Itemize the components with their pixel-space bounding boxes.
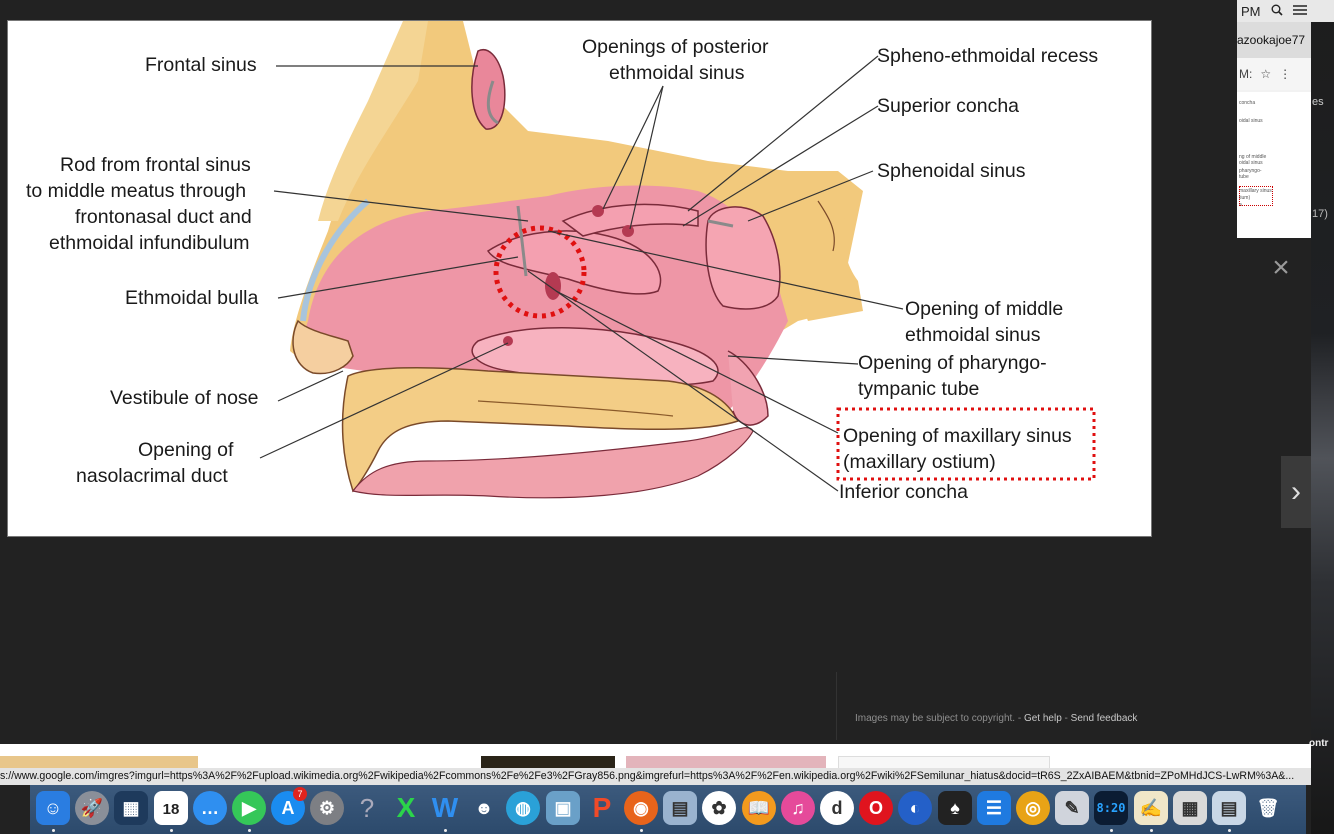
label-vestibule: Vestibule of nose: [110, 387, 259, 409]
calendar-icon[interactable]: 18: [154, 791, 188, 825]
label-spheno-ethmoidal: Spheno-ethmoidal recess: [877, 45, 1099, 67]
app-store-badge: 7: [293, 787, 307, 801]
running-indicator: [444, 829, 447, 832]
label-inferior-concha: Inferior concha: [839, 481, 968, 503]
preview-doc-icon[interactable]: ▤: [1212, 791, 1246, 825]
label-rod-line-1: Rod from frontal sinus: [60, 154, 251, 176]
brush-icon[interactable]: ✎: [1055, 791, 1089, 825]
label-middle-ethmoidal-2: ethmoidal sinus: [905, 324, 1041, 346]
mini-label: concha: [1239, 100, 1256, 106]
mission-control-icon[interactable]: ▦: [114, 791, 148, 825]
powerpoint-icon[interactable]: P: [585, 791, 619, 825]
running-indicator: [1110, 829, 1113, 832]
dictionary-icon[interactable]: d: [820, 791, 854, 825]
word-icon[interactable]: W: [428, 791, 462, 825]
facetime-icon[interactable]: ▶: [232, 791, 266, 825]
help-icon[interactable]: ?: [350, 791, 384, 825]
clock-readout: 8:20: [1096, 801, 1126, 815]
label-maxillary-1: Opening of maxillary sinus: [843, 425, 1072, 447]
copyright-notice: Images may be subject to copyright.: [855, 713, 1016, 724]
background-count: 17): [1312, 208, 1328, 220]
clock-icon[interactable]: 8:20: [1094, 791, 1128, 825]
mini-diagram-preview: concha oidal sinus ng of middle oidal si…: [1237, 92, 1311, 238]
background-text: es: [1312, 96, 1324, 108]
label-sphenoidal-sinus: Sphenoidal sinus: [877, 160, 1026, 182]
running-indicator: [52, 829, 55, 832]
label-rod-line-4: ethmoidal infundibulum: [49, 232, 250, 254]
chrome-icon[interactable]: ◎: [1016, 791, 1050, 825]
bookmark-star-icon[interactable]: ☆: [1260, 67, 1271, 81]
url-fragment[interactable]: M:: [1239, 67, 1252, 81]
footer-separator: -: [1061, 713, 1071, 724]
send-feedback-link[interactable]: Send feedback: [1071, 713, 1138, 724]
messages-icon[interactable]: …: [193, 791, 227, 825]
label-frontal-sinus: Frontal sinus: [145, 54, 257, 76]
label-ethmoidal-bulla: Ethmoidal bulla: [125, 287, 259, 309]
label-nasolacrimal-2: nasolacrimal duct: [76, 465, 228, 487]
browser-tab[interactable]: azookajoe77: [1237, 22, 1311, 58]
panel-divider: [836, 672, 837, 740]
notes-list-icon[interactable]: ☰: [977, 791, 1011, 825]
menu-bar: PM: [1237, 0, 1334, 22]
running-indicator: [1228, 829, 1231, 832]
desktop-background: [1311, 0, 1334, 834]
search-icon[interactable]: [1271, 4, 1283, 19]
label-maxillary-2: (maxillary ostium): [843, 451, 996, 473]
photos-icon[interactable]: ✿: [702, 791, 736, 825]
label-posterior-1: Openings of posterior: [582, 36, 769, 58]
label-middle-ethmoidal-1: Opening of middle: [905, 298, 1064, 320]
preview-icon[interactable]: ▣: [546, 791, 580, 825]
label-posterior-2: ethmoidal sinus: [609, 62, 745, 84]
mini-label: oidal sinus: [1239, 118, 1263, 124]
label-nasolacrimal-1: Opening of: [138, 439, 234, 461]
list-icon[interactable]: [1292, 4, 1307, 19]
finder-icon[interactable]: ☺: [36, 791, 70, 825]
mini-highlight-box: [1239, 186, 1273, 206]
calculator-grid-icon[interactable]: ▦: [1173, 791, 1207, 825]
label-pharyngo-1: Opening of pharyngo-: [858, 352, 1047, 374]
get-help-link[interactable]: Get help: [1024, 713, 1062, 724]
menubar-clock: PM: [1241, 3, 1261, 19]
system-preferences-icon[interactable]: ⚙: [310, 791, 344, 825]
itunes-icon[interactable]: ♫: [781, 791, 815, 825]
textedit-icon[interactable]: ✍: [1134, 791, 1168, 825]
firefox-icon[interactable]: ◉: [624, 791, 658, 825]
mini-label: oidal sinus: [1239, 160, 1263, 166]
next-image-button[interactable]: ›: [1281, 456, 1311, 528]
copyright-footer: Images may be subject to copyright. - Ge…: [855, 713, 1137, 724]
running-indicator: [640, 829, 643, 832]
mini-label: tube: [1239, 174, 1249, 180]
firefox-alt-icon[interactable]: ◐: [898, 791, 932, 825]
status-url-bar: s://www.google.com/imgres?imgurl=https%3…: [0, 768, 1311, 785]
label-rod-line-2: to middle meatus through: [26, 180, 247, 202]
opera-icon[interactable]: O: [859, 791, 893, 825]
launchpad-icon[interactable]: 🚀: [75, 791, 109, 825]
spades-icon[interactable]: ♠: [938, 791, 972, 825]
running-indicator: [170, 829, 173, 832]
footer-separator: -: [1015, 713, 1024, 724]
browser-menu-icon[interactable]: ⋮: [1279, 67, 1291, 81]
contacts-icon[interactable]: ☻: [467, 791, 501, 825]
label-rod-line-3: frontonasal duct and: [75, 206, 252, 228]
background-label: ontr: [1309, 738, 1329, 749]
calendar-day: 18: [162, 801, 180, 818]
image-capture-icon[interactable]: ▤: [663, 791, 697, 825]
trash-icon[interactable]: 🗑: [1251, 791, 1285, 825]
lightbox-image[interactable]: Frontal sinus Rod from frontal sinus to …: [7, 20, 1152, 537]
browser-toolbar: M: ☆ ⋮: [1237, 58, 1311, 90]
label-pharyngo-2: tympanic tube: [858, 378, 980, 400]
running-indicator: [248, 829, 251, 832]
ibooks-icon[interactable]: 📖: [742, 791, 776, 825]
running-indicator: [1150, 829, 1153, 832]
label-superior-concha: Superior concha: [877, 95, 1020, 117]
network-icon[interactable]: ◍: [506, 791, 540, 825]
close-icon[interactable]: ×: [1267, 253, 1295, 283]
excel-icon[interactable]: X: [389, 791, 423, 825]
